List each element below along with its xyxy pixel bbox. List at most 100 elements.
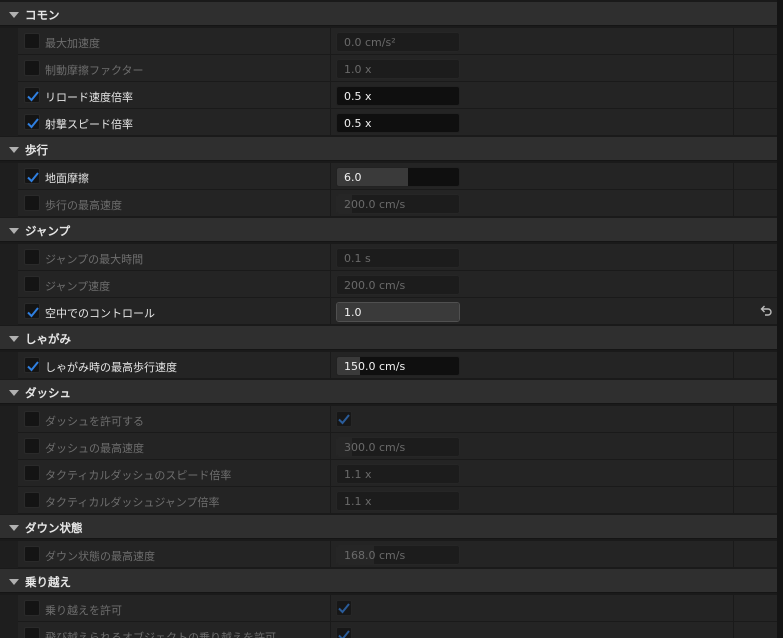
numeric-value-field[interactable]: 0.5 x (336, 113, 460, 133)
override-checkbox[interactable] (24, 195, 40, 211)
override-checkbox[interactable] (24, 168, 40, 184)
value-text: 168.0 cm/s (344, 549, 406, 562)
override-checkbox[interactable] (24, 546, 40, 562)
row-indent (0, 28, 18, 55)
override-checkbox[interactable] (24, 114, 40, 130)
value-text: 150.0 cm/s (344, 360, 406, 373)
row-indent (0, 109, 18, 136)
collapse-arrow-icon[interactable] (9, 228, 19, 234)
category-header[interactable]: ダッシュ (0, 379, 777, 404)
category-header[interactable]: ダウン状態 (0, 514, 777, 539)
numeric-value-field: 1.0 x (336, 59, 460, 79)
category-header[interactable]: 乗り越え (0, 568, 777, 593)
property-label: ダッシュの最高速度 (45, 442, 144, 455)
property-label: ジャンプの最大時間 (45, 253, 144, 266)
override-checkbox[interactable] (24, 600, 40, 616)
override-checkbox[interactable] (24, 627, 40, 638)
collapse-arrow-icon[interactable] (9, 525, 19, 531)
property-row: タクティカルダッシュジャンプ倍率 1.1 x (0, 487, 777, 514)
override-checkbox[interactable] (24, 465, 40, 481)
numeric-value-field[interactable]: 0.5 x (336, 86, 460, 106)
override-checkbox[interactable] (24, 438, 40, 454)
override-checkbox[interactable] (24, 33, 40, 49)
category-title: コモン (25, 8, 60, 22)
column-divider[interactable] (330, 541, 331, 568)
column-divider[interactable] (330, 298, 331, 325)
numeric-value-field: 1.1 x (336, 464, 460, 484)
column-divider[interactable] (330, 163, 331, 190)
collapse-arrow-icon[interactable] (9, 579, 19, 585)
property-label: 制動摩擦ファクター (45, 64, 144, 77)
column-divider[interactable] (330, 433, 331, 460)
override-checkbox[interactable] (24, 303, 40, 319)
override-checkbox[interactable] (24, 492, 40, 508)
row-indent (0, 433, 18, 460)
category-header[interactable]: コモン (0, 1, 777, 26)
column-divider[interactable] (330, 487, 331, 514)
numeric-value-field[interactable]: 150.0 cm/s (336, 356, 460, 376)
row-indent (0, 163, 18, 190)
property-label: しゃがみ時の最高歩行速度 (45, 361, 177, 374)
value-text: 0.5 x (344, 117, 372, 130)
row-indent (0, 298, 18, 325)
property-label: リロード速度倍率 (45, 91, 133, 104)
column-divider[interactable] (330, 595, 331, 622)
column-divider (733, 487, 734, 514)
property-row: ジャンプの最大時間 0.1 s (0, 244, 777, 271)
column-divider (733, 271, 734, 298)
numeric-value-field: 1.1 x (336, 491, 460, 511)
collapse-arrow-icon[interactable] (9, 390, 19, 396)
row-indent (0, 406, 18, 433)
column-divider[interactable] (330, 271, 331, 298)
property-label: 歩行の最高速度 (45, 199, 122, 212)
value-text: 0.0 cm/s² (344, 36, 396, 49)
column-divider (733, 190, 734, 217)
column-divider (733, 460, 734, 487)
numeric-value-field[interactable]: 6.0 (336, 167, 460, 187)
category-header[interactable]: ジャンプ (0, 217, 777, 242)
column-divider[interactable] (330, 406, 331, 433)
reset-arrow-icon[interactable] (759, 304, 773, 318)
property-label: ジャンプ速度 (45, 280, 111, 293)
column-divider[interactable] (330, 109, 331, 136)
property-label: 地面摩擦 (45, 172, 89, 185)
column-divider[interactable] (330, 82, 331, 109)
column-divider[interactable] (330, 28, 331, 55)
category-header[interactable]: しゃがみ (0, 325, 777, 350)
property-label: タクティカルダッシュのスピード倍率 (45, 469, 232, 482)
override-checkbox[interactable] (24, 276, 40, 292)
category-title: 歩行 (25, 143, 48, 157)
column-divider[interactable] (330, 190, 331, 217)
override-checkbox[interactable] (24, 249, 40, 265)
column-divider[interactable] (330, 244, 331, 271)
value-text: 200.0 cm/s (344, 279, 406, 292)
column-divider[interactable] (330, 55, 331, 82)
property-label: 乗り越えを許可 (45, 604, 122, 617)
property-row: ダウン状態の最高速度 168.0 cm/s (0, 541, 777, 568)
column-divider[interactable] (330, 460, 331, 487)
collapse-arrow-icon[interactable] (9, 336, 19, 342)
collapse-arrow-icon[interactable] (9, 12, 19, 18)
column-divider (733, 433, 734, 460)
category-header[interactable]: 歩行 (0, 136, 777, 161)
row-indent (0, 190, 18, 217)
property-row: 地面摩擦 6.0 (0, 163, 777, 190)
value-text: 1.0 (344, 306, 362, 319)
row-indent (0, 460, 18, 487)
override-checkbox[interactable] (24, 357, 40, 373)
value-text: 1.1 x (344, 495, 372, 508)
property-row: タクティカルダッシュのスピード倍率 1.1 x (0, 460, 777, 487)
category-title: ジャンプ (25, 224, 71, 238)
collapse-arrow-icon[interactable] (9, 147, 19, 153)
property-label: 射撃スピード倍率 (45, 118, 133, 131)
scrollbar[interactable] (777, 0, 783, 638)
numeric-value-field[interactable]: 1.0 (336, 302, 460, 322)
override-checkbox[interactable] (24, 87, 40, 103)
override-checkbox[interactable] (24, 60, 40, 76)
column-divider (733, 406, 734, 433)
value-text: 0.5 x (344, 90, 372, 103)
column-divider[interactable] (330, 622, 331, 638)
column-divider (733, 298, 734, 325)
override-checkbox[interactable] (24, 411, 40, 427)
column-divider[interactable] (330, 352, 331, 379)
